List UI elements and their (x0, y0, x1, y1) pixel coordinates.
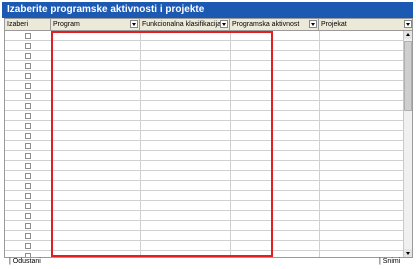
column-header-projekat[interactable]: Projekat (319, 19, 412, 30)
table-row[interactable] (5, 151, 403, 161)
selection-grid[interactable]: Izaberi Program Funkcionalna klasifikaci… (4, 18, 413, 258)
table-row[interactable] (5, 221, 403, 231)
row-checkbox[interactable] (25, 163, 31, 169)
table-row[interactable] (5, 171, 403, 181)
filter-dropdown-icon[interactable] (404, 20, 412, 28)
row-checkbox[interactable] (25, 223, 31, 229)
table-row[interactable] (5, 71, 403, 81)
row-checkbox[interactable] (25, 243, 31, 249)
row-checkbox[interactable] (25, 123, 31, 129)
column-header-programska[interactable]: Programska aktivnost (230, 19, 319, 30)
table-row[interactable] (5, 51, 403, 61)
dialog-title: Izaberite programske aktivnosti i projek… (2, 2, 413, 18)
row-checkbox[interactable] (25, 43, 31, 49)
row-checkbox[interactable] (25, 193, 31, 199)
column-header-label: Izaberi (7, 21, 29, 28)
table-row[interactable] (5, 251, 403, 257)
column-header-label: Projekat (321, 21, 347, 28)
row-checkbox[interactable] (25, 133, 31, 139)
row-checkbox[interactable] (25, 173, 31, 179)
row-checkbox[interactable] (25, 153, 31, 159)
table-row[interactable] (5, 31, 403, 41)
row-checkbox[interactable] (25, 53, 31, 59)
row-checkbox[interactable] (25, 63, 31, 69)
row-checkbox[interactable] (25, 143, 31, 149)
table-row[interactable] (5, 101, 403, 111)
table-row[interactable] (5, 141, 403, 151)
column-header-label: Funkcionalna klasifikacija (142, 21, 221, 28)
table-row[interactable] (5, 191, 403, 201)
row-checkbox[interactable] (25, 33, 31, 39)
table-row[interactable] (5, 81, 403, 91)
row-checkbox[interactable] (25, 183, 31, 189)
vertical-scrollbar[interactable] (403, 31, 412, 257)
table-row[interactable] (5, 131, 403, 141)
grid-body (5, 31, 403, 257)
row-checkbox[interactable] (25, 83, 31, 89)
table-row[interactable] (5, 41, 403, 51)
filter-dropdown-icon[interactable] (130, 20, 138, 28)
row-checkbox[interactable] (25, 203, 31, 209)
table-row[interactable] (5, 231, 403, 241)
row-checkbox[interactable] (25, 73, 31, 79)
row-checkbox[interactable] (25, 213, 31, 219)
table-row[interactable] (5, 241, 403, 251)
table-row[interactable] (5, 181, 403, 191)
column-header-izaberi[interactable]: Izaberi (5, 19, 51, 30)
table-row[interactable] (5, 201, 403, 211)
table-row[interactable] (5, 121, 403, 131)
table-row[interactable] (5, 111, 403, 121)
column-header-funkcionalna[interactable]: Funkcionalna klasifikacija (140, 19, 230, 30)
table-row[interactable] (5, 91, 403, 101)
table-row[interactable] (5, 61, 403, 71)
table-row[interactable] (5, 211, 403, 221)
save-button[interactable]: | Snimi (379, 258, 400, 265)
scroll-down-icon[interactable] (404, 249, 412, 257)
row-checkbox[interactable] (25, 113, 31, 119)
cancel-button[interactable]: | Odustani (9, 258, 41, 265)
column-header-label: Program (53, 21, 80, 28)
column-header-program[interactable]: Program (51, 19, 140, 30)
row-checkbox[interactable] (25, 93, 31, 99)
table-row[interactable] (5, 161, 403, 171)
column-header-label: Programska aktivnost (232, 21, 300, 28)
row-checkbox[interactable] (25, 103, 31, 109)
filter-dropdown-icon[interactable] (309, 20, 317, 28)
grid-header: Izaberi Program Funkcionalna klasifikaci… (5, 19, 412, 31)
row-checkbox[interactable] (25, 233, 31, 239)
filter-dropdown-icon[interactable] (220, 20, 228, 28)
scroll-up-icon[interactable] (404, 31, 412, 39)
scroll-thumb[interactable] (404, 41, 412, 111)
